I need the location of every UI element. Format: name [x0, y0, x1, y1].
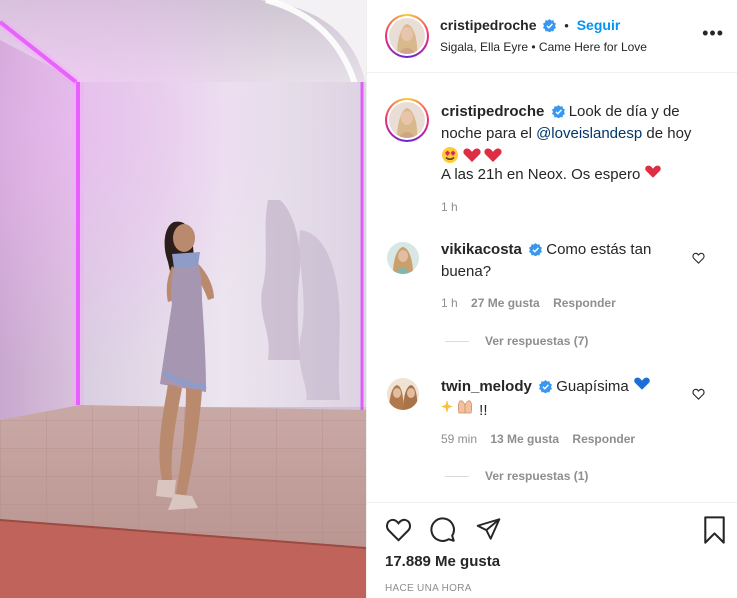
replies-divider	[445, 476, 469, 478]
caption-time[interactable]: 1 h	[441, 200, 458, 214]
follow-button[interactable]: Seguir	[577, 17, 621, 33]
view-replies-button[interactable]: Ver respuestas (1)	[445, 469, 588, 483]
avatar-image	[387, 378, 419, 410]
post-timestamp: HACE UNA HORA	[385, 583, 472, 594]
verified-icon	[551, 104, 565, 124]
comment-line-1: Como estás tan	[546, 241, 652, 258]
post-photo[interactable]	[0, 0, 366, 598]
emoji-icons	[442, 147, 502, 163]
heart-icon[interactable]	[385, 517, 412, 545]
comment-line-2: !!	[479, 402, 488, 419]
comment-meta: 59 min 13 Me gusta Responder	[441, 432, 635, 446]
commenter-avatar[interactable]	[387, 378, 419, 410]
likes-count[interactable]: 17.889 Me gusta	[385, 553, 500, 570]
blue-heart-icon	[633, 377, 651, 395]
heart-outline-icon[interactable]	[692, 387, 705, 403]
commenter-avatar[interactable]	[387, 242, 419, 274]
emoji-row	[441, 144, 731, 164]
comment-line-2: buena?	[441, 263, 492, 280]
caption-line-1: Look de día y de	[568, 103, 680, 120]
comment-username[interactable]: vikikacosta	[441, 241, 522, 258]
audio-info[interactable]: Sigala, Ella Eyre • Came Here for Love	[440, 40, 647, 54]
heart-outline-icon[interactable]	[692, 251, 705, 267]
post-actions: 17.889 Me gusta HACE UNA HORA	[367, 502, 737, 598]
view-replies-label: Ver respuestas (1)	[485, 469, 589, 483]
separator-dot: •	[564, 18, 569, 33]
comment-icon[interactable]	[429, 516, 456, 546]
sparkles-icon	[441, 400, 479, 419]
verified-icon	[539, 379, 553, 399]
mention-link[interactable]: @loveislandesp	[536, 125, 642, 142]
photo-scene	[0, 0, 366, 598]
caption-username[interactable]: cristipedroche	[441, 103, 544, 120]
header-title-row: cristipedroche • Seguir	[440, 17, 620, 35]
avatar-image	[389, 102, 425, 138]
view-replies-label: Ver respuestas (7)	[485, 334, 589, 348]
post-panel: cristipedroche • Seguir Sigala, Ella Eyr…	[366, 0, 737, 598]
comment-username[interactable]: twin_melody	[441, 378, 532, 395]
comment-likes[interactable]: 13 Me gusta	[490, 432, 559, 446]
avatar-image	[387, 242, 419, 274]
comment-text: vikikacosta Como estás tan buena?	[441, 240, 691, 282]
bookmark-icon[interactable]	[703, 516, 726, 547]
caption-line-2: noche para el	[441, 125, 532, 142]
reply-button[interactable]: Responder	[553, 296, 616, 310]
caption-avatar[interactable]	[385, 98, 429, 142]
verified-icon	[529, 242, 543, 262]
comment-text: twin_melody Guapísima !!	[441, 376, 691, 421]
avatar-image	[389, 18, 425, 54]
author-username[interactable]: cristipedroche	[440, 17, 536, 33]
replies-divider	[445, 341, 469, 343]
comment-time[interactable]: 59 min	[441, 432, 477, 446]
heart-emoji-icon	[644, 165, 662, 183]
caption-text: cristipedroche Look de día y de noche pa…	[441, 102, 731, 185]
caption-line-4: A las 21h en Neox. Os espero	[441, 166, 641, 183]
comments-section: cristipedroche Look de día y de noche pa…	[367, 74, 737, 502]
comment-meta: 1 h 27 Me gusta Responder	[441, 296, 616, 310]
reply-button[interactable]: Responder	[572, 432, 635, 446]
author-avatar[interactable]	[385, 14, 429, 58]
post-header: cristipedroche • Seguir Sigala, Ella Eyr…	[367, 0, 737, 73]
more-icon[interactable]: •••	[702, 24, 724, 42]
comment-likes[interactable]: 27 Me gusta	[471, 296, 540, 310]
comment-line-1: Guapísima	[556, 378, 629, 395]
caption-line-3: de hoy	[646, 125, 692, 142]
verified-icon	[543, 19, 557, 35]
share-icon[interactable]	[475, 516, 502, 545]
view-replies-button[interactable]: Ver respuestas (7)	[445, 334, 588, 348]
comment-time[interactable]: 1 h	[441, 296, 458, 310]
